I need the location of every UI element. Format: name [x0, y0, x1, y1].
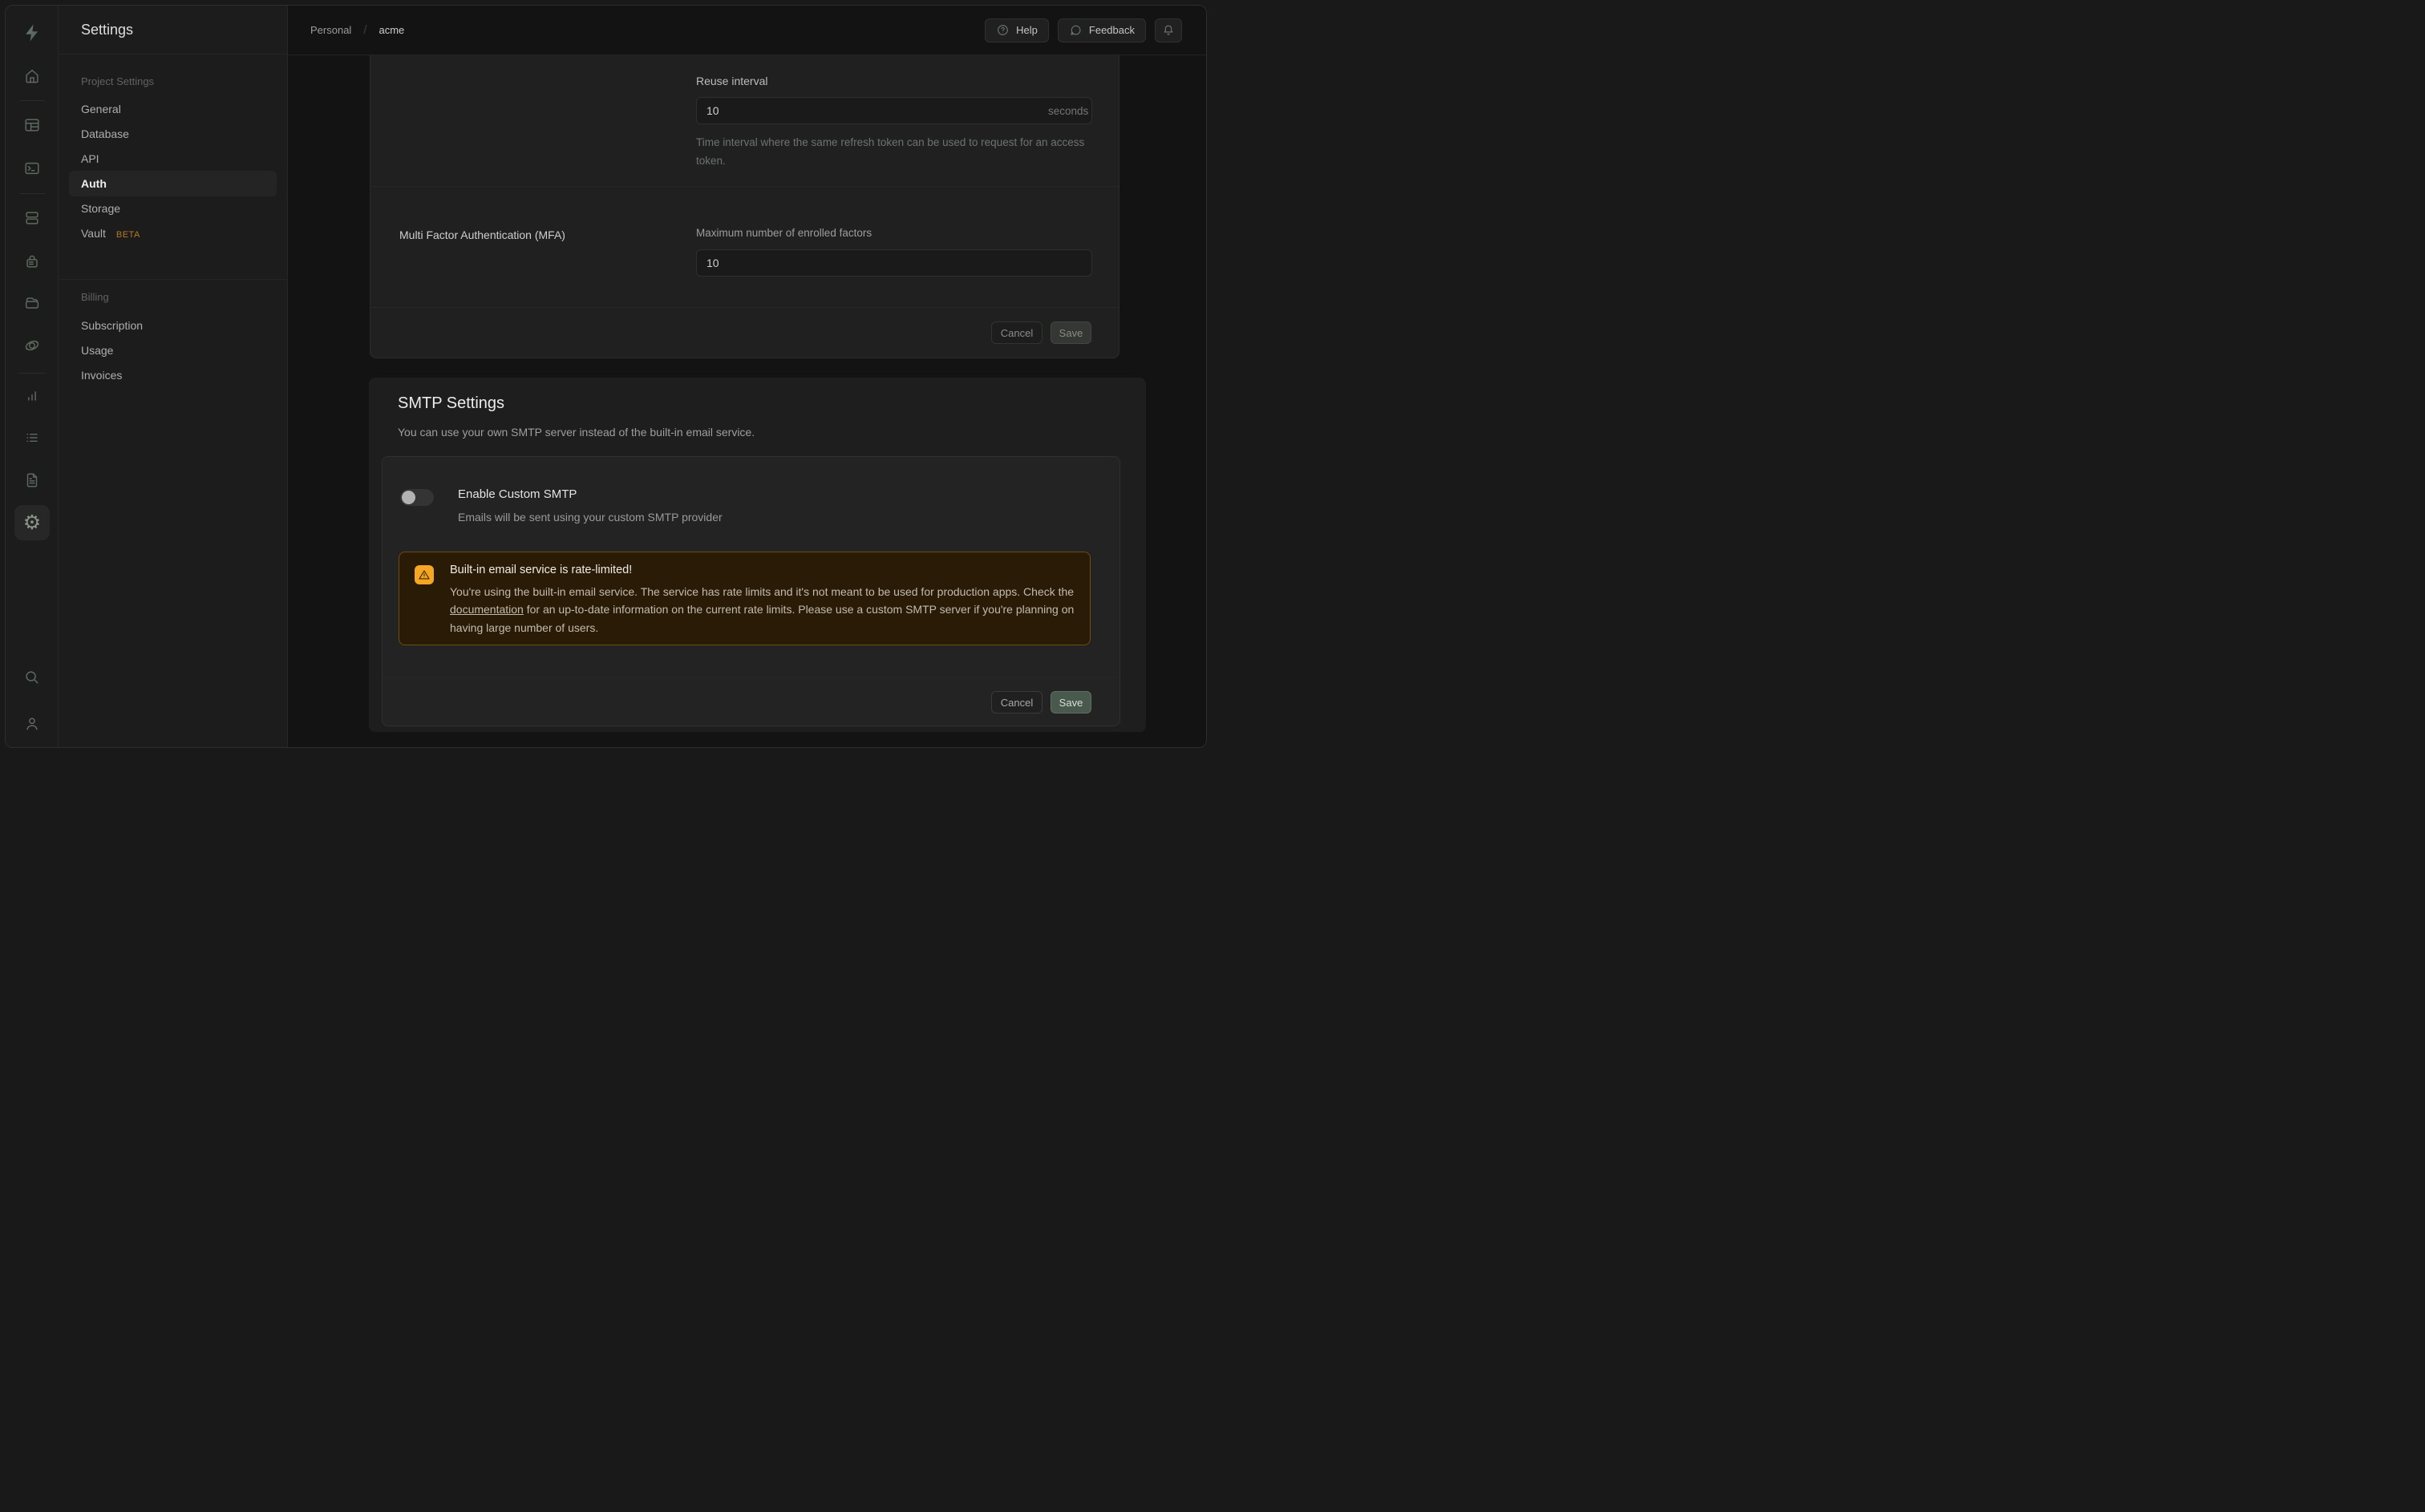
- smtp-card: Enable Custom SMTP Emails will be sent u…: [382, 456, 1120, 726]
- reuse-interval-unit: seconds: [1048, 105, 1088, 117]
- settings-nav: Settings Project Settings General Databa…: [59, 6, 288, 747]
- logs-icon[interactable]: [6, 422, 59, 454]
- smtp-cancel-button[interactable]: Cancel: [991, 691, 1042, 714]
- enable-custom-smtp-label: Enable Custom SMTP: [458, 487, 577, 501]
- rail-divider: [19, 100, 45, 101]
- breadcrumb-project[interactable]: acme: [379, 24, 404, 36]
- nav-item-general[interactable]: General: [81, 103, 121, 115]
- search-icon[interactable]: [6, 661, 59, 693]
- home-icon[interactable]: [6, 60, 59, 92]
- bell-icon: [1161, 23, 1176, 38]
- smtp-section: SMTP Settings You can use your own SMTP …: [369, 378, 1146, 732]
- api-docs-icon[interactable]: [6, 464, 59, 496]
- nav-divider: [59, 279, 287, 280]
- nav-section-project-settings: Project Settings: [81, 75, 154, 87]
- nav-item-database[interactable]: Database: [81, 127, 129, 140]
- chat-bubble-icon: [1069, 23, 1083, 37]
- breadcrumb-separator: /: [363, 23, 366, 37]
- nav-section-billing: Billing: [81, 291, 109, 303]
- nav-item-subscription[interactable]: Subscription: [81, 319, 143, 332]
- breadcrumb-org[interactable]: Personal: [310, 24, 351, 36]
- smtp-save-button[interactable]: Save: [1051, 691, 1091, 714]
- nav-item-usage[interactable]: Usage: [81, 344, 113, 357]
- mfa-section-label: Multi Factor Authentication (MFA): [399, 228, 565, 241]
- auth-cancel-button[interactable]: Cancel: [991, 321, 1042, 344]
- help-button[interactable]: Help: [985, 18, 1049, 42]
- smtp-description: You can use your own SMTP server instead…: [398, 426, 755, 439]
- mfa-max-factors-input[interactable]: [696, 249, 1092, 277]
- app-window: ⚙ Settings Project Settings General Data…: [5, 5, 1207, 748]
- warning-title: Built-in email service is rate-limited!: [450, 564, 632, 576]
- sql-editor-icon[interactable]: [6, 152, 59, 184]
- warning-body: You're using the built-in email service.…: [450, 583, 1082, 637]
- supabase-logo-icon[interactable]: [6, 17, 59, 49]
- reuse-interval-label: Reuse interval: [696, 75, 768, 87]
- notifications-button[interactable]: [1155, 18, 1182, 42]
- rail-divider: [19, 193, 45, 194]
- beta-badge: BETA: [116, 230, 140, 240]
- nav-divider: [59, 54, 287, 55]
- project-settings-icon[interactable]: ⚙: [14, 505, 50, 540]
- database-icon[interactable]: [6, 202, 59, 234]
- toggle-knob: [402, 491, 415, 504]
- nav-item-api[interactable]: API: [81, 152, 99, 165]
- gear-icon: ⚙: [23, 513, 41, 533]
- mfa-field-label: Maximum number of enrolled factors: [696, 227, 872, 239]
- account-icon[interactable]: [6, 708, 59, 740]
- documentation-link[interactable]: documentation: [450, 603, 524, 616]
- rate-limit-warning: Built-in email service is rate-limited! …: [399, 552, 1091, 645]
- storage-icon[interactable]: [6, 287, 59, 319]
- reuse-interval-input[interactable]: [696, 97, 1092, 124]
- enable-custom-smtp-toggle[interactable]: [400, 489, 434, 506]
- auth-save-button[interactable]: Save: [1051, 321, 1091, 344]
- nav-item-storage[interactable]: Storage: [81, 202, 120, 215]
- smtp-title: SMTP Settings: [398, 394, 504, 413]
- nav-item-auth[interactable]: Auth: [69, 171, 277, 196]
- table-editor-icon[interactable]: [6, 109, 59, 141]
- row-divider: [370, 186, 1119, 187]
- rail-divider: [19, 373, 45, 374]
- main-content: Personal / acme Help Feedback Reuse inte…: [288, 6, 1206, 747]
- icon-rail: ⚙: [6, 6, 59, 747]
- help-circle-icon: [996, 23, 1010, 37]
- top-header: Personal / acme Help Feedback: [288, 6, 1206, 55]
- nav-item-vault[interactable]: VaultBETA: [81, 227, 140, 240]
- enable-custom-smtp-description: Emails will be sent using your custom SM…: [458, 511, 723, 524]
- reports-icon[interactable]: [6, 380, 59, 412]
- footer-divider: [370, 307, 1119, 308]
- auth-settings-card: Reuse interval seconds Time interval whe…: [370, 55, 1119, 358]
- edge-functions-icon[interactable]: [6, 329, 59, 362]
- reuse-interval-help: Time interval where the same refresh tok…: [696, 133, 1105, 170]
- warning-triangle-icon: [415, 565, 434, 584]
- page-title: Settings: [81, 22, 133, 38]
- feedback-button[interactable]: Feedback: [1058, 18, 1146, 42]
- nav-item-invoices[interactable]: Invoices: [81, 369, 122, 382]
- authentication-icon[interactable]: [6, 245, 59, 277]
